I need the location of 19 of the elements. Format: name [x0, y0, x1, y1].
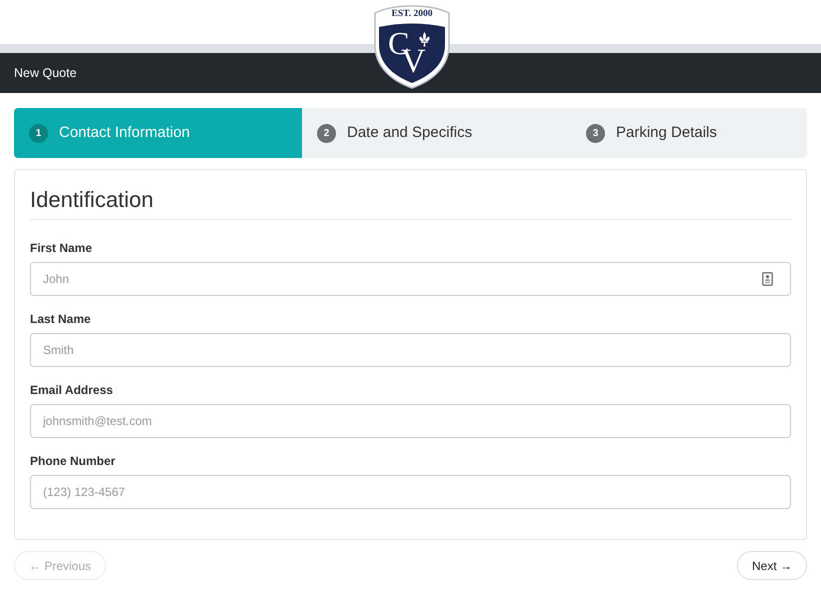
step-number: 3	[586, 124, 605, 142]
input-field[interactable]: John	[30, 262, 791, 296]
step-tab[interactable]: 2 Date and Specifics	[302, 108, 571, 158]
input-field[interactable]: johnsmith@test.com	[30, 404, 791, 438]
step-number: 1	[29, 124, 48, 142]
input-field[interactable]: (123) 123-4567	[30, 475, 791, 509]
fleur-de-lis-icon	[418, 32, 431, 47]
step-tab[interactable]: 3 Parking Details	[571, 108, 807, 158]
field-label: First Name	[30, 240, 94, 256]
field-label: Last Name	[30, 311, 92, 327]
next-button[interactable]: Next →	[736, 551, 807, 580]
field-label: Email Address	[30, 382, 114, 398]
logo-tagline: EST. 2000	[390, 9, 434, 20]
step-number: 2	[317, 124, 336, 142]
field-label: Phone Number	[30, 453, 116, 469]
step-tab[interactable]: 1 Contact Information	[14, 108, 302, 158]
header-title: New Quote	[14, 65, 77, 81]
section-heading: Identification	[30, 186, 791, 220]
input-field[interactable]: Smith	[30, 333, 791, 367]
